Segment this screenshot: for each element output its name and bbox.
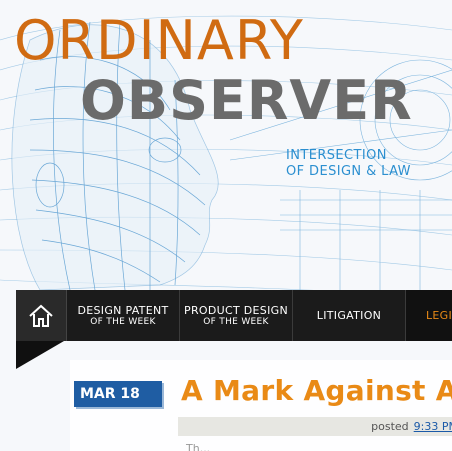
post-title[interactable]: A Mark Against Activi (181, 374, 452, 407)
page: ORDINARY OBSERVER INTERSECTION OF DESIGN… (0, 0, 452, 451)
nav-item-label: LEGI (426, 309, 452, 322)
site-title-line1[interactable]: ORDINARY (14, 14, 304, 68)
site-title-line2[interactable]: OBSERVER (80, 74, 413, 128)
post-body-snippet: Th... (186, 442, 211, 451)
nav-item-label: DESIGN PATENT (77, 304, 169, 317)
tagline-line2: OF DESIGN & LAW (286, 164, 411, 179)
posted-label: posted (371, 420, 409, 433)
nav-item-sublabel: OF THE WEEK (90, 317, 156, 327)
nav-item-label: PRODUCT DESIGN (184, 304, 288, 317)
nav-item-legislation[interactable]: LEGI (406, 290, 452, 341)
posted-time-link[interactable]: 9:33 PM (414, 420, 452, 433)
nav-ribbon-fold (16, 341, 64, 369)
home-icon (29, 304, 53, 327)
nav-item-product-design[interactable]: PRODUCT DESIGN OF THE WEEK (180, 290, 293, 341)
post-date-badge: MAR 18 (74, 381, 162, 407)
nav-home-button[interactable] (16, 290, 67, 341)
post-meta-bar: posted 9:33 PM (178, 417, 452, 436)
main-nav: DESIGN PATENT OF THE WEEK PRODUCT DESIGN… (16, 290, 452, 341)
tagline-line1: INTERSECTION (286, 148, 387, 163)
nav-item-sublabel: OF THE WEEK (203, 317, 269, 327)
nav-item-litigation[interactable]: LITIGATION (293, 290, 406, 341)
site-tagline: INTERSECTION OF DESIGN & LAW (286, 148, 411, 180)
nav-item-design-patent[interactable]: DESIGN PATENT OF THE WEEK (67, 290, 180, 341)
nav-item-label: LITIGATION (316, 309, 382, 322)
